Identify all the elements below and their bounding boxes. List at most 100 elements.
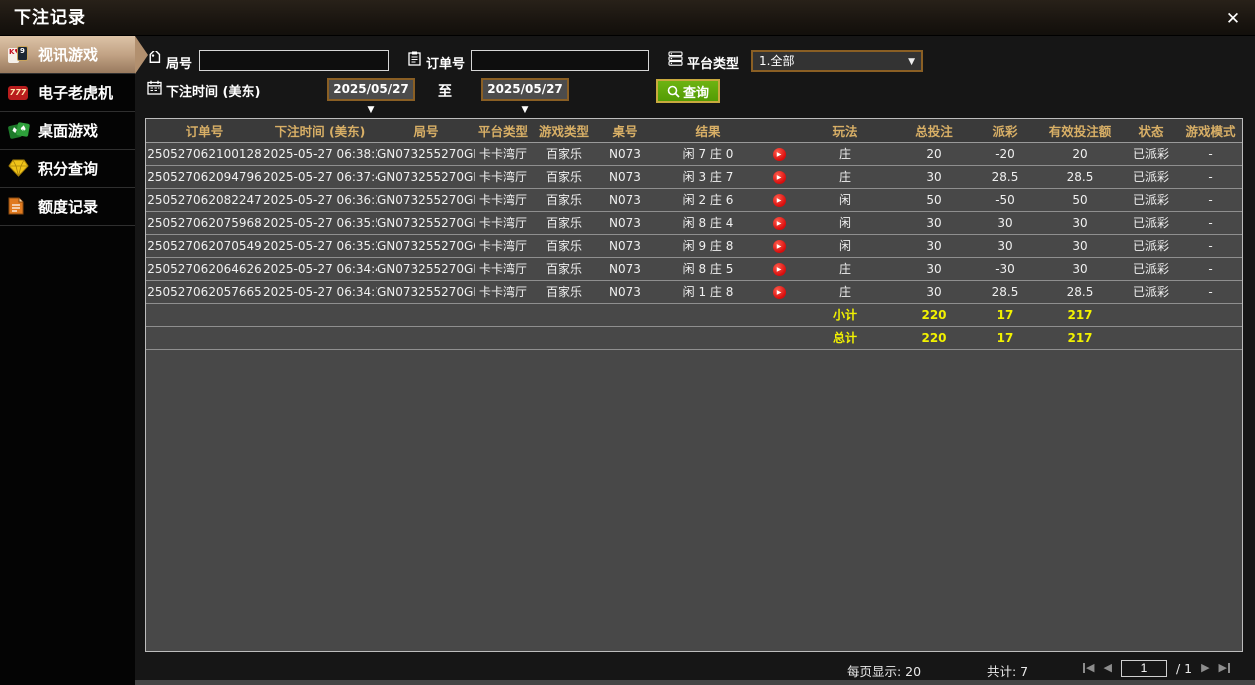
sidebar-item-quota-records[interactable]: 额度记录 <box>0 188 135 226</box>
summary-cell-valid: 217 <box>1037 326 1123 350</box>
tag-icon <box>147 51 162 66</box>
summary-cell-round <box>377 326 475 350</box>
first-page-icon[interactable]: ◀ <box>1083 659 1094 677</box>
summary-cell-valid: 217 <box>1037 303 1123 327</box>
chevron-down-icon: ▼ <box>908 57 915 67</box>
sidebar-item-label: 电子老虎机 <box>38 84 114 102</box>
play-video-icon[interactable]: ▶ <box>772 170 786 184</box>
cell-total: 20 <box>895 142 973 166</box>
date-to-value: 2025/05/27 <box>487 82 563 96</box>
table-row: 2505270620822472025-05-27 06:36:35GN0732… <box>146 188 1242 212</box>
platform-type-icon <box>668 51 683 66</box>
cell-icon: ▶ <box>763 280 795 304</box>
cell-time: 2025-05-27 06:38:21 <box>263 142 377 166</box>
table-header-row: 订单号 下注时间 (美东) 局号 平台类型 游戏类型 桌号 结果 玩法 总投注 派彩 有效投注额 状态… <box>146 119 1242 143</box>
order-number-input[interactable] <box>471 50 649 71</box>
cell-result: 闲 9 庄 8 <box>653 234 763 258</box>
sidebar-item-slots[interactable]: 777 电子老虎机 <box>0 74 135 112</box>
date-from-picker[interactable]: 2025/05/27 ▼ <box>327 78 415 115</box>
cell-valid: 28.5 <box>1037 165 1123 189</box>
play-video-icon[interactable]: ▶ <box>772 216 786 230</box>
sidebar-item-label: 积分查询 <box>38 160 99 178</box>
cell-play: 闲 <box>795 234 895 258</box>
cell-result: 闲 2 庄 6 <box>653 188 763 212</box>
platform-type-select[interactable]: 1.全部 ▼ <box>751 50 923 72</box>
cell-mode: - <box>1179 257 1242 281</box>
cell-valid: 30 <box>1037 257 1123 281</box>
summary-cell-status <box>1123 326 1179 350</box>
sidebar: K♥ 9 视讯游戏 777 电子老虎机 ♦ ♠ 桌面游戏 积分查询 额度记录 <box>0 36 148 685</box>
play-video-icon[interactable]: ▶ <box>772 239 786 253</box>
cell-order: 250527062075968 <box>146 211 263 235</box>
table-row: 2505270620759682025-05-27 06:35:58GN0732… <box>146 211 1242 235</box>
date-to-picker[interactable]: 2025/05/27 ▼ <box>481 78 569 115</box>
cell-mode: - <box>1179 211 1242 235</box>
prev-page-icon[interactable]: ◀ <box>1103 659 1111 677</box>
sidebar-item-table-games[interactable]: ♦ ♠ 桌面游戏 <box>0 112 135 150</box>
column-header: 游戏模式 <box>1179 119 1242 143</box>
cell-game: 百家乐 <box>531 257 597 281</box>
next-page-icon[interactable]: ▶ <box>1201 659 1209 677</box>
cell-play: 闲 <box>795 211 895 235</box>
cell-round: GN073255270GL <box>377 142 475 166</box>
play-video-icon[interactable]: ▶ <box>772 285 786 299</box>
date-from-value: 2025/05/27 <box>333 82 409 96</box>
cell-status: 已派彩 <box>1123 142 1179 166</box>
summary-cell-icon <box>763 303 795 327</box>
cell-mode: - <box>1179 142 1242 166</box>
column-header: 订单号 <box>146 119 263 143</box>
cell-order: 250527062082247 <box>146 188 263 212</box>
sidebar-item-label: 桌面游戏 <box>38 122 99 140</box>
summary-cell-mode <box>1179 326 1242 350</box>
cell-payout: 30 <box>973 211 1037 235</box>
main-content: 局号 订单号 平台类型 1.全部 ▼ 下注时间 (美东) 2025/05/27 … <box>135 36 1255 685</box>
chevron-down-icon: ▼ <box>367 105 375 115</box>
cell-play: 庄 <box>795 165 895 189</box>
cell-result: 闲 3 庄 7 <box>653 165 763 189</box>
cell-status: 已派彩 <box>1123 165 1179 189</box>
table-row: 2505270620646262025-05-27 06:34:49GN0732… <box>146 257 1242 281</box>
play-video-icon[interactable]: ▶ <box>772 147 786 161</box>
column-header: 游戏类型 <box>531 119 597 143</box>
cell-result: 闲 8 庄 4 <box>653 211 763 235</box>
summary-cell-result <box>653 326 763 350</box>
cell-status: 已派彩 <box>1123 188 1179 212</box>
sidebar-item-label: 视讯游戏 <box>38 46 99 64</box>
cell-game: 百家乐 <box>531 165 597 189</box>
cards-icon: K♥ 9 <box>8 45 30 65</box>
cell-game: 百家乐 <box>531 142 597 166</box>
query-button[interactable]: 查询 <box>656 79 720 103</box>
sidebar-item-points-query[interactable]: 积分查询 <box>0 150 135 188</box>
cell-time: 2025-05-27 06:37:48 <box>263 165 377 189</box>
column-header: 局号 <box>377 119 475 143</box>
cell-icon: ▶ <box>763 234 795 258</box>
sidebar-item-video-games[interactable]: K♥ 9 视讯游戏 <box>0 36 148 74</box>
play-video-icon[interactable]: ▶ <box>772 193 786 207</box>
column-header: 派彩 <box>973 119 1037 143</box>
summary-row: 小计 220 17 217 <box>146 303 1242 327</box>
page-title: 下注记录 <box>14 8 86 28</box>
bet-time-label: 下注时间 (美东) <box>166 85 261 100</box>
play-video-icon[interactable]: ▶ <box>772 262 786 276</box>
cell-game: 百家乐 <box>531 211 597 235</box>
summary-cell-order <box>146 303 263 327</box>
cell-platform: 卡卡湾厅 <box>475 280 531 304</box>
cell-round: GN073255270GK <box>377 165 475 189</box>
cell-order: 250527062064626 <box>146 257 263 281</box>
close-icon[interactable]: ✕ <box>1223 9 1243 29</box>
cell-valid: 28.5 <box>1037 280 1123 304</box>
round-number-input[interactable] <box>199 50 389 71</box>
summary-cell-order <box>146 326 263 350</box>
page-number-input[interactable] <box>1120 659 1167 677</box>
cell-table: N073 <box>597 280 653 304</box>
cell-table: N073 <box>597 257 653 281</box>
summary-cell-platform <box>475 303 531 327</box>
bets-table: 订单号 下注时间 (美东) 局号 平台类型 游戏类型 桌号 结果 玩法 总投注 派彩 有效投注额 状态… <box>146 119 1242 350</box>
table-row: 2505270621001282025-05-27 06:38:21GN0732… <box>146 142 1242 166</box>
last-page-icon[interactable]: ▶ <box>1219 659 1230 677</box>
summary-cell-time <box>263 326 377 350</box>
summary-cell-play: 小计 <box>795 303 895 327</box>
cell-status: 已派彩 <box>1123 257 1179 281</box>
cell-total: 30 <box>895 234 973 258</box>
slot-777-icon: 777 <box>8 83 30 103</box>
